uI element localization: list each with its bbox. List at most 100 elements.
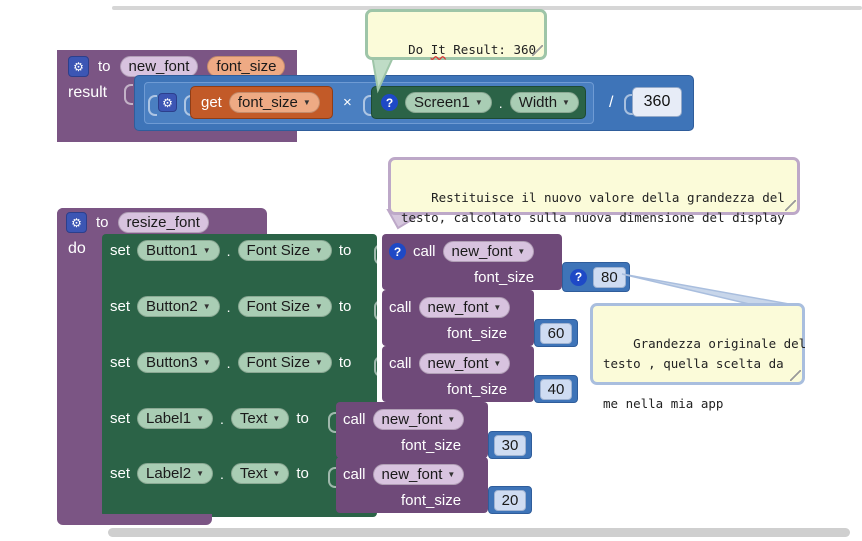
arg-value-block-5[interactable]: 20 — [488, 486, 532, 514]
inner-gear-icon[interactable]: ⚙ — [158, 93, 177, 112]
component-field[interactable]: Label1 ▼ — [137, 408, 213, 429]
chevron-down-icon[interactable]: ▼ — [447, 415, 455, 424]
call-label: call — [343, 466, 366, 483]
arg-number-field[interactable]: 30 — [493, 434, 527, 456]
multiplication-left-socket[interactable] — [148, 95, 157, 116]
component-name: Button2 — [146, 298, 198, 315]
arg-label-3: font_size — [447, 381, 508, 398]
statement-row-1[interactable]: set Button1 ▼ . Font Size ▼ to — [110, 240, 351, 261]
component-name: Screen1 — [414, 94, 470, 111]
to-label: to — [296, 465, 309, 482]
dot-separator: . — [498, 94, 503, 111]
gear-icon[interactable]: ⚙ — [66, 212, 87, 233]
comment-right-callout[interactable]: Grandezza originale del testo , quella s… — [590, 303, 806, 411]
component-name: Button1 — [146, 242, 198, 259]
arg-value-block-3[interactable]: 40 — [534, 375, 578, 403]
get-font-size-block[interactable]: get font_size ▼ — [190, 86, 333, 119]
chevron-down-icon[interactable]: ▼ — [562, 98, 570, 107]
property-name: Font Size — [246, 354, 310, 371]
property-field-width[interactable]: Width ▼ — [509, 92, 579, 113]
procedure-parameter-field[interactable]: font_size — [207, 56, 286, 77]
procedure-name-field[interactable]: resize_font — [117, 212, 209, 233]
comment-right-line2: testo , quella scelta da — [603, 356, 784, 371]
call-procedure-field[interactable]: new_font ▼ — [418, 297, 511, 318]
result-socket[interactable] — [124, 84, 133, 105]
chevron-down-icon[interactable]: ▼ — [475, 98, 483, 107]
statement-row-2[interactable]: set Button2 ▼ . Font Size ▼ to — [110, 296, 351, 317]
chevron-down-icon[interactable]: ▼ — [203, 246, 211, 255]
chevron-down-icon[interactable]: ▼ — [203, 302, 211, 311]
statement-row-5[interactable]: set Label2 ▼ . Text ▼ to — [110, 463, 309, 484]
gear-icon[interactable]: ⚙ — [68, 56, 89, 77]
dot-separator: . — [226, 298, 231, 315]
component-field-screen1[interactable]: Screen1 ▼ — [405, 92, 492, 113]
blocks-workspace[interactable]: ⚙ to new_font font_size result ⚙ get fon… — [0, 0, 862, 541]
do-it-result-callout[interactable]: Do It Result: 360 — [365, 9, 547, 60]
property-name: Font Size — [246, 242, 310, 259]
chevron-down-icon[interactable]: ▼ — [196, 469, 204, 478]
comment-top-callout[interactable]: Restituisce il nuovo valore della grande… — [388, 157, 800, 225]
chevron-down-icon[interactable]: ▼ — [315, 358, 323, 367]
get-variable-name: font_size — [237, 94, 298, 111]
chevron-down-icon[interactable]: ▼ — [493, 359, 501, 368]
chevron-down-icon[interactable]: ▼ — [203, 358, 211, 367]
property-field[interactable]: Font Size ▼ — [237, 240, 332, 261]
procedure-name-field[interactable]: new_font — [119, 56, 199, 77]
statement-row-3[interactable]: set Button3 ▼ . Font Size ▼ to — [110, 352, 351, 373]
chevron-down-icon[interactable]: ▼ — [493, 303, 501, 312]
horizontal-scrollbar-bottom[interactable] — [108, 528, 850, 537]
resize-grip[interactable] — [532, 45, 543, 56]
call-procedure-field[interactable]: new_font ▼ — [372, 464, 465, 485]
arg-number-field[interactable]: 40 — [539, 378, 573, 400]
chevron-down-icon[interactable]: ▼ — [272, 469, 280, 478]
arg-value-block-4[interactable]: 30 — [488, 431, 532, 459]
call-procedure-field[interactable]: new_font ▼ — [372, 409, 465, 430]
property-field[interactable]: Text ▼ — [230, 463, 290, 484]
arg-value-block-2[interactable]: 60 — [534, 319, 578, 347]
chevron-down-icon[interactable]: ▼ — [315, 246, 323, 255]
chevron-down-icon[interactable]: ▼ — [272, 414, 280, 423]
arg-value-block-1[interactable]: ? 80 — [562, 262, 630, 292]
number-360-block[interactable]: 360 — [632, 87, 682, 117]
component-field[interactable]: Button3 ▼ — [137, 352, 220, 373]
resize-grip[interactable] — [790, 370, 801, 381]
number-360-value[interactable]: 360 — [644, 94, 671, 110]
procedure-resize-font-footer — [57, 514, 212, 525]
component-field[interactable]: Label2 ▼ — [137, 463, 213, 484]
resize-grip[interactable] — [785, 200, 796, 211]
arg-number-field[interactable]: 20 — [493, 489, 527, 511]
dot-separator: . — [219, 410, 224, 427]
question-icon[interactable]: ? — [570, 268, 587, 286]
to-label: to — [338, 354, 352, 371]
property-field[interactable]: Text ▼ — [230, 408, 290, 429]
component-name: Button3 — [146, 354, 198, 371]
chevron-down-icon[interactable]: ▼ — [303, 98, 311, 107]
component-field[interactable]: Button2 ▼ — [137, 296, 220, 317]
chevron-down-icon[interactable]: ▼ — [517, 247, 525, 256]
property-name: Font Size — [246, 298, 310, 315]
arg-number-field[interactable]: 80 — [593, 266, 626, 288]
chevron-down-icon[interactable]: ▼ — [315, 302, 323, 311]
arg-number-field[interactable]: 60 — [539, 322, 573, 344]
component-name: Label2 — [146, 465, 192, 482]
screen1-width-getter-block[interactable]: ? Screen1 ▼ . Width ▼ — [371, 86, 586, 119]
chevron-down-icon[interactable]: ▼ — [196, 414, 204, 423]
call-procedure-field[interactable]: new_font ▼ — [442, 241, 535, 262]
call-procedure-field[interactable]: new_font ▼ — [418, 353, 511, 374]
get-label: get — [201, 94, 222, 111]
component-field[interactable]: Button1 ▼ — [137, 240, 220, 261]
chevron-down-icon[interactable]: ▼ — [447, 470, 455, 479]
dot-separator: . — [226, 242, 231, 259]
statement-row-4[interactable]: set Label1 ▼ . Text ▼ to — [110, 408, 309, 429]
comment-top-line2: testo, calcolato sulla nuova dimensione … — [401, 210, 785, 225]
property-field[interactable]: Font Size ▼ — [237, 296, 332, 317]
call-procedure-name: new_font — [427, 299, 489, 316]
call-procedure-name: new_font — [381, 411, 443, 428]
question-icon[interactable]: ? — [389, 243, 406, 260]
get-variable-field[interactable]: font_size ▼ — [228, 92, 320, 113]
property-field[interactable]: Font Size ▼ — [237, 352, 332, 373]
call-row-3: call new_font ▼ — [389, 353, 511, 374]
comment-top-line1: Restituisce il nuovo valore della grande… — [431, 190, 785, 205]
call-label: call — [389, 355, 412, 372]
to-label: to — [338, 298, 352, 315]
